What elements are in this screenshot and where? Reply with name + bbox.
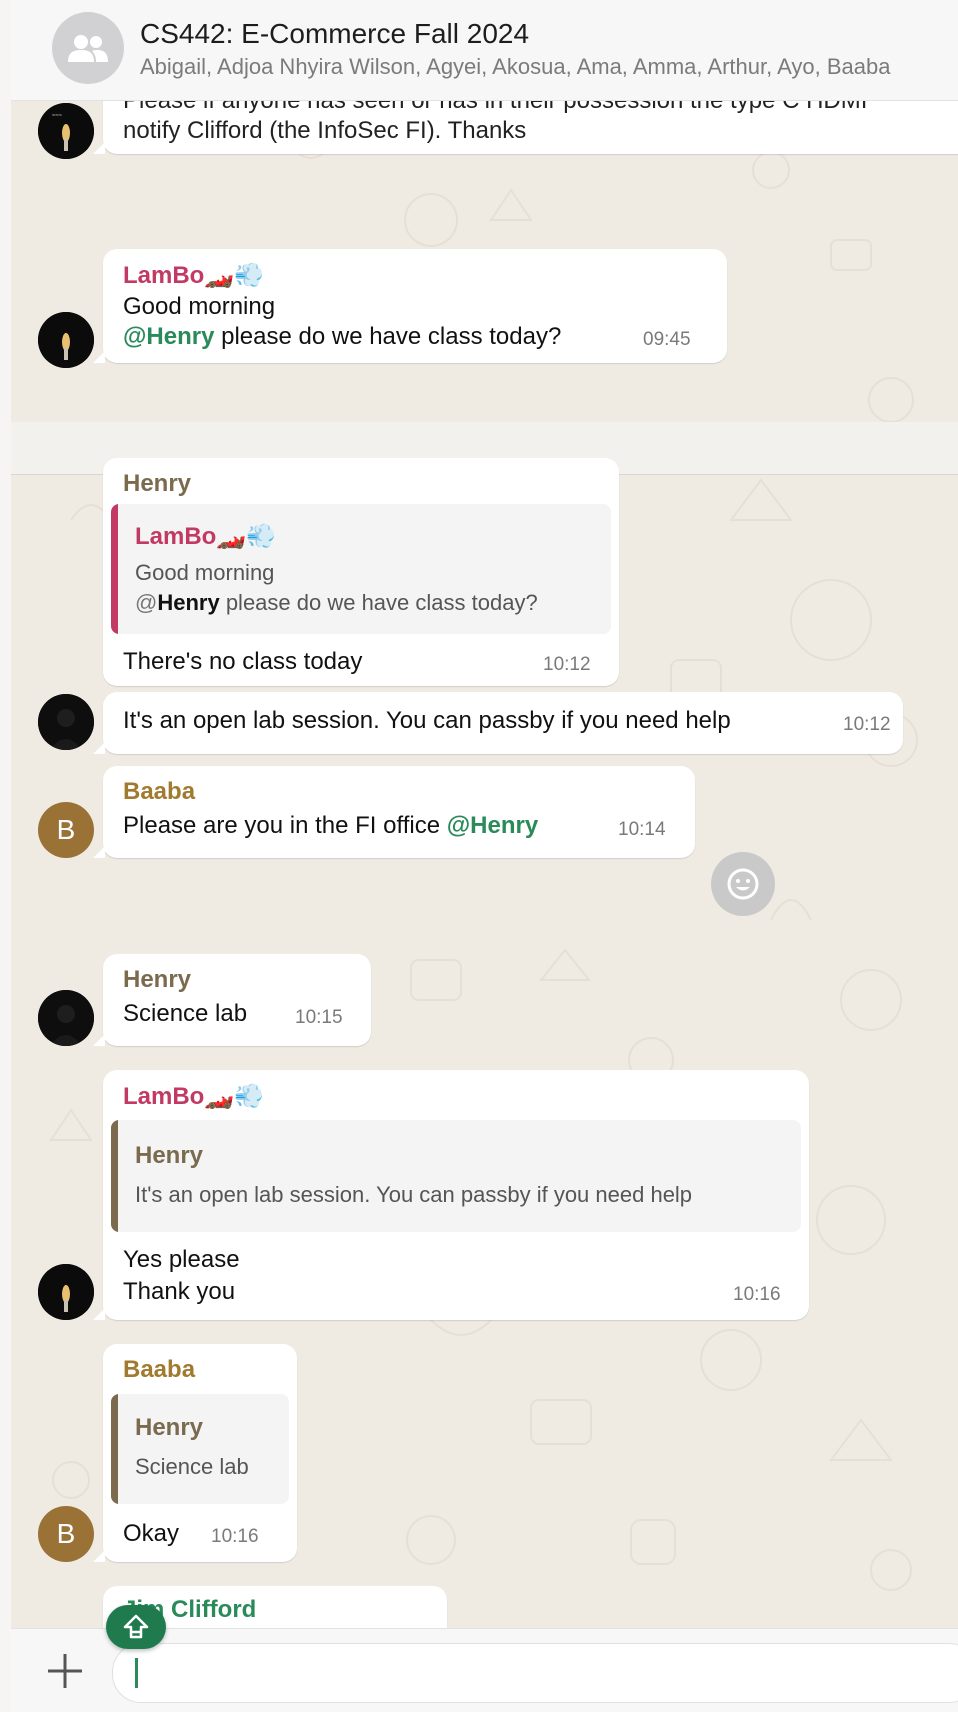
quoted-message[interactable]: LamBo🏎️💨 Good morning @Henry please do w…	[111, 504, 611, 634]
quoted-message[interactable]: Henry Science lab	[111, 1394, 289, 1504]
message-time: 10:12	[543, 654, 591, 675]
message-bubble[interactable]: Henry Science lab 10:15	[93, 954, 371, 1046]
quoted-text: It's an open lab session. You can passby…	[135, 1182, 693, 1207]
message-text: Science lab	[123, 1000, 248, 1027]
sender-name[interactable]: LamBo🏎️💨	[123, 261, 264, 290]
plus-icon[interactable]	[39, 1645, 91, 1697]
quoted-text: Good morning	[135, 560, 275, 585]
message-bubble[interactable]: LamBo🏎️💨 Henry It's an open lab session.…	[93, 1070, 809, 1320]
message-text: It's an open lab session. You can passby…	[123, 707, 731, 734]
quoted-sender: Henry	[135, 1414, 204, 1441]
message-time: 09:45	[643, 329, 691, 350]
message-time: 10:12	[843, 714, 891, 735]
message-bubble[interactable]: Baaba Henry Science lab Okay 10:16	[93, 1344, 297, 1562]
sender-name[interactable]: Henry	[123, 966, 191, 994]
quoted-message[interactable]: Henry It's an open lab session. You can …	[111, 1120, 801, 1232]
message-bubble[interactable]: Henry LamBo🏎️💨 Good morning @Henry pleas…	[103, 458, 619, 686]
text-caret	[135, 1658, 138, 1688]
message-time: 10:16	[211, 1526, 259, 1547]
chat-header[interactable]: CS442: E-Commerce Fall 2024 Abigail, Adj…	[11, 0, 958, 101]
group-icon[interactable]	[52, 12, 124, 84]
quoted-text: Science lab	[135, 1454, 249, 1479]
message-text: Thank you	[123, 1278, 236, 1305]
scroll-to-mention-icon[interactable]	[106, 1605, 166, 1649]
svg-text:≈≈≈: ≈≈≈	[52, 113, 63, 119]
message-input[interactable]	[112, 1643, 958, 1703]
message-text: @Henry please do we have class today?	[123, 323, 562, 350]
message-text: Please if anyone has seen or has in thei…	[123, 100, 868, 114]
sender-name[interactable]: LamBo🏎️💨	[123, 1082, 264, 1111]
avatar-lambo[interactable]	[38, 312, 94, 368]
avatar-henry[interactable]	[38, 990, 94, 1046]
message-time: 10:14	[618, 819, 666, 840]
quoted-sender: Henry	[135, 1142, 204, 1169]
quoted-text: @Henry please do we have class today?	[135, 590, 538, 615]
avatar-lambo[interactable]: ≈≈≈	[38, 103, 94, 159]
avatar-henry[interactable]	[38, 694, 94, 750]
message-text: Good morning	[123, 293, 276, 320]
message-bubble[interactable]: It's an open lab session. You can passby…	[93, 692, 903, 754]
chat-title[interactable]: CS442: E-Commerce Fall 2024	[140, 18, 529, 50]
quoted-sender: LamBo🏎️💨	[135, 523, 277, 550]
emoji-icon[interactable]	[711, 852, 775, 916]
avatar-baaba[interactable]: B	[38, 802, 94, 858]
chat-members[interactable]: Abigail, Adjoa Nhyira Wilson, Agyei, Ako…	[140, 54, 890, 80]
message-text: notify Clifford (the InfoSec FI). Thanks	[123, 117, 527, 144]
message-text: Yes please	[123, 1246, 240, 1273]
mention-henry[interactable]: @Henry	[447, 812, 538, 839]
sender-name[interactable]: Baaba	[123, 1356, 195, 1384]
message-bubble[interactable]: Please if anyone has seen or has in thei…	[93, 100, 958, 154]
sender-name[interactable]: Baaba	[123, 778, 195, 806]
chat-app: CS442: E-Commerce Fall 2024 Abigail, Adj…	[0, 0, 958, 1712]
message-list[interactable]: ≈≈≈ Please if anyone has seen or has in …	[11, 100, 958, 1628]
message-bubble[interactable]: LamBo🏎️💨 Good morning @Henry please do w…	[93, 249, 727, 363]
avatar-lambo[interactable]	[38, 1264, 94, 1320]
mention-henry[interactable]: Henry	[146, 323, 214, 350]
message-time: 10:16	[733, 1284, 781, 1305]
message-text: Please are you in the FI office @Henry	[123, 812, 539, 839]
message-text: There's no class today	[123, 648, 363, 675]
message-time: 10:15	[295, 1007, 343, 1028]
sender-name[interactable]: Henry	[123, 470, 191, 498]
avatar-baaba[interactable]: B	[38, 1506, 94, 1562]
message-bubble[interactable]: Baaba Please are you in the FI office @H…	[93, 766, 695, 858]
message-text: Okay	[123, 1520, 180, 1547]
